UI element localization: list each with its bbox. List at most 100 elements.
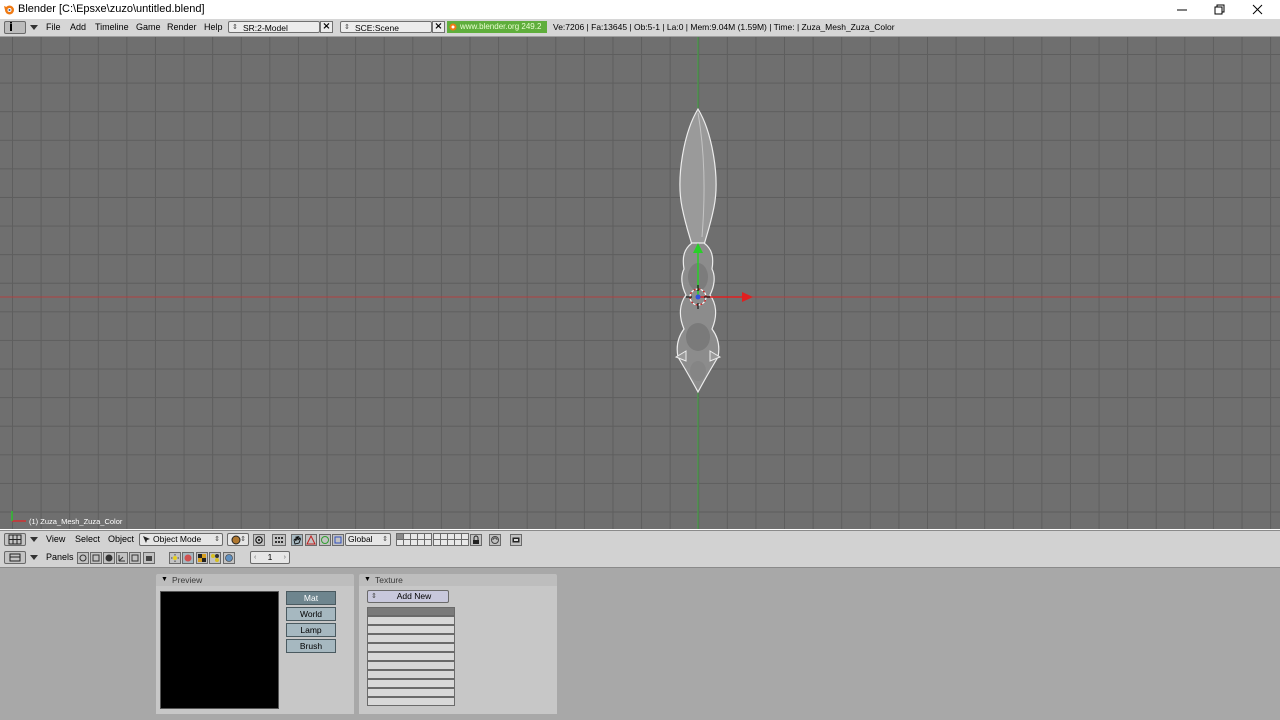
restore-icon[interactable] [1211, 2, 1227, 17]
rotate-button[interactable] [319, 534, 331, 546]
panel-collapse-icon[interactable]: ▼ [364, 574, 371, 586]
close-icon[interactable] [1250, 2, 1266, 17]
texture-channel-slot-4[interactable] [367, 634, 455, 643]
axis-orientation-widget [11, 511, 26, 522]
texture-panel-header[interactable]: ▼ Texture [359, 574, 557, 586]
texture-channel-slot-3[interactable] [367, 625, 455, 634]
3d-editor-type-button[interactable] [4, 533, 26, 546]
menu-select[interactable]: Select [75, 534, 100, 544]
frame-number-field[interactable]: ‹ 1 › [250, 551, 290, 564]
3d-view-header: View Select Object Object Mode ⇕ ⇕ Globa… [0, 530, 1280, 550]
logic-icon [79, 554, 87, 562]
texture-channel-slot-9[interactable] [367, 679, 455, 688]
texture-channel-slot-7[interactable] [367, 661, 455, 670]
menu-view[interactable]: View [46, 534, 65, 544]
layer-buttons-group-a[interactable] [396, 533, 432, 546]
object-axis-icon [118, 555, 125, 562]
updown-icon: ⇕ [371, 593, 377, 600]
info-icon [10, 22, 12, 31]
world-subcontext-button[interactable] [223, 552, 235, 564]
delete-scene-button[interactable]: × [432, 21, 445, 33]
panel-collapse-icon[interactable]: ▼ [161, 574, 168, 586]
shading-sphere-icon [105, 554, 113, 562]
draw-type-dropdown[interactable]: ⇕ [227, 533, 249, 546]
add-new-label: Add New [396, 591, 432, 601]
logic-context-button[interactable] [77, 552, 89, 564]
menu-file[interactable]: File [46, 22, 61, 32]
add-new-texture-button[interactable]: ⇕ Add New [367, 590, 449, 603]
preview-panel-title: Preview [172, 575, 203, 585]
hand-icon [293, 535, 301, 545]
pivot-button[interactable] [253, 534, 265, 546]
texture-channel-slot-6[interactable] [367, 652, 455, 661]
menu-render[interactable]: Render [167, 22, 197, 32]
translate-button[interactable] [305, 534, 317, 546]
texture-channel-slot-2[interactable] [367, 616, 455, 625]
blender-version-badge: www.blender.org 249.2 [447, 21, 547, 33]
menu-object[interactable]: Object [108, 534, 134, 544]
script-context-button[interactable] [90, 552, 102, 564]
menu-help[interactable]: Help [204, 22, 223, 32]
object-context-button[interactable] [116, 552, 128, 564]
viewport-scene [0, 37, 1280, 529]
lamp-icon [171, 554, 179, 562]
camera-icon [512, 537, 520, 543]
lock-layers-button[interactable] [470, 534, 482, 546]
screen-selector[interactable]: ⇕ SR:2-Model [228, 21, 320, 33]
preview-panel-header[interactable]: ▼ Preview [156, 574, 354, 586]
buttons-editor-type-button[interactable] [4, 551, 26, 564]
texture-channel-slot-10[interactable] [367, 688, 455, 697]
scene-selector[interactable]: ⇕ SCE:Scene [340, 21, 432, 33]
blender-logo-icon [4, 5, 14, 15]
minimize-icon[interactable] [1174, 2, 1190, 17]
x-arrow-icon[interactable] [742, 292, 753, 302]
render-preview-button[interactable] [489, 534, 501, 546]
mode-label: Object Mode [153, 534, 202, 544]
texture-channel-slot-11[interactable] [367, 697, 455, 706]
3d-viewport[interactable]: (1) Zuza_Mesh_Zuza_Color [0, 37, 1280, 529]
pivot-icon [255, 536, 263, 544]
editing-square-icon [131, 554, 139, 562]
texture-channel-slot-8[interactable] [367, 670, 455, 679]
radiosity-icon [211, 554, 219, 562]
updown-icon: ⇕ [214, 536, 220, 543]
preview-mat-button[interactable]: Mat [286, 591, 336, 605]
preview-world-button[interactable]: World [286, 607, 336, 621]
layer-buttons-group-b[interactable] [433, 533, 469, 546]
scene-context-button[interactable] [143, 552, 155, 564]
preview-brush-button[interactable]: Brush [286, 639, 336, 653]
collapse-arrow-icon[interactable] [30, 25, 38, 30]
opengl-render-button[interactable] [510, 534, 522, 546]
delete-screen-button[interactable]: × [320, 21, 333, 33]
material-subcontext-button[interactable] [182, 552, 194, 564]
manipulator-toggle-button[interactable] [291, 534, 303, 546]
preview-lamp-button[interactable]: Lamp [286, 623, 336, 637]
blender-small-icon [449, 23, 457, 31]
collapse-arrow-icon[interactable] [30, 555, 38, 560]
orientation-dropdown[interactable]: Global ⇕ [345, 533, 391, 546]
texture-channel-slot-1[interactable] [367, 607, 455, 616]
menu-game[interactable]: Game [136, 22, 161, 32]
radiosity-subcontext-button[interactable] [209, 552, 221, 564]
texture-subcontext-button[interactable] [196, 552, 208, 564]
texture-channel-slot-5[interactable] [367, 643, 455, 652]
layers-toggle-button[interactable] [272, 534, 286, 546]
decrement-arrow-icon[interactable]: ‹ [254, 552, 256, 563]
scale-button[interactable] [332, 534, 344, 546]
world-globe-icon [225, 554, 233, 562]
material-preview-image [160, 591, 279, 709]
editing-context-button[interactable] [129, 552, 141, 564]
collapse-arrow-icon[interactable] [30, 537, 38, 542]
increment-arrow-icon[interactable]: › [284, 552, 286, 563]
editor-type-button[interactable] [4, 21, 26, 34]
square-icon [334, 536, 342, 544]
menu-timeline[interactable]: Timeline [95, 22, 129, 32]
panels-menu[interactable]: Panels [46, 552, 74, 562]
info-header: File Add Timeline Game Render Help ⇕ SR:… [0, 19, 1280, 37]
scene-stats: Ve:7206 | Fa:13645 | Ob:5-1 | La:0 | Mem… [553, 22, 895, 32]
updown-icon: ⇕ [232, 24, 238, 31]
mode-dropdown[interactable]: Object Mode ⇕ [139, 533, 223, 546]
lamp-subcontext-button[interactable] [169, 552, 181, 564]
menu-add[interactable]: Add [70, 22, 86, 32]
shading-context-button[interactable] [103, 552, 115, 564]
